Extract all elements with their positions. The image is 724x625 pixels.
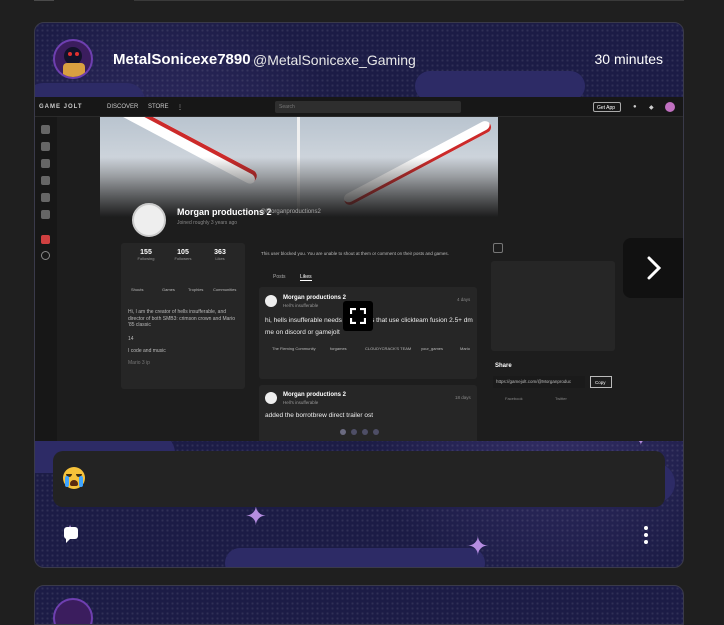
loudly-crying-face-icon	[63, 467, 85, 489]
more-options-icon[interactable]	[644, 526, 648, 544]
carousel-dot[interactable]	[340, 429, 346, 435]
post-lead-text	[53, 451, 665, 507]
gj-post-1-tag-2: forgames	[330, 346, 347, 351]
chevron-right-icon	[647, 256, 662, 280]
gj-tab-posts: Posts	[273, 274, 286, 280]
gj-nav-communities: Communities	[213, 287, 237, 292]
sparkle-icon: ✦	[467, 531, 489, 561]
post-time[interactable]: 30 minutes	[595, 51, 663, 67]
previous-card-edge	[34, 0, 684, 1]
gj-post-1-tag-5: Mario	[460, 346, 471, 351]
next-post-card	[34, 585, 684, 625]
gj-post-1-sub: Hell's insufferable	[283, 303, 319, 308]
expand-icon	[350, 308, 366, 324]
gj-age: 14	[128, 336, 134, 342]
fullscreen-button[interactable]	[343, 301, 373, 331]
gj-post-1-time: 4 days	[457, 297, 471, 302]
user-handle[interactable]: @MetalSonicexe_Gaming	[253, 52, 416, 68]
username[interactable]: MetalSonicexe7890	[113, 51, 251, 68]
gj-profile-joined: Joined roughly 3 years ago	[177, 220, 238, 226]
gj-search: Search	[275, 101, 461, 113]
gj-interests: I code and music	[128, 348, 166, 354]
gj-post-1-tag-3: CLOUDYCRACK'S TEAM	[365, 346, 412, 351]
gj-post-1-tag-4: your_games	[421, 346, 444, 351]
gj-profile-handle: @Morganproductions2	[260, 209, 321, 215]
media-screenshot[interactable]: GAME JOLT DISCOVER STORE ⋮ Search Get Ap…	[35, 97, 683, 441]
gj-post-2-author: Morgan productions 2	[283, 392, 346, 398]
gj-profile-avatar	[132, 203, 166, 237]
gj-post-1-author: Morgan productions 2	[283, 295, 346, 301]
gj-logo: GAME JOLT	[39, 104, 83, 110]
gj-ad-panel	[491, 261, 615, 351]
gj-blocked-notice: This user blocked you. You are unable to…	[261, 251, 449, 256]
carousel-dot[interactable]	[351, 429, 357, 435]
gj-nav-discover: DISCOVER	[107, 104, 139, 110]
carousel-dot[interactable]	[362, 429, 368, 435]
carousel-dot[interactable]	[373, 429, 379, 435]
gj-share-title: Share	[495, 363, 512, 369]
gj-navbar: GAME JOLT DISCOVER STORE ⋮ Search Get Ap…	[35, 97, 683, 117]
gj-share-twitter: Twitter	[555, 396, 567, 401]
comment-bubble-icon[interactable]	[64, 527, 78, 543]
gj-bio: Hi, I am the creator of hells insufferab…	[128, 309, 235, 328]
gj-avatar-icon	[665, 102, 675, 112]
bg-cloud	[225, 548, 485, 567]
carousel-next-button[interactable]	[623, 238, 683, 298]
gj-post-1-tag-1: The Fleming Community	[272, 346, 316, 351]
carousel-indicator	[340, 429, 380, 437]
gj-share-url: https://gamejolt.com/@Morganproduc	[493, 376, 585, 388]
gj-share-facebook: Facebook	[505, 396, 523, 401]
user-avatar[interactable]	[53, 39, 93, 79]
gj-nav-store: STORE	[148, 104, 169, 110]
gj-copy-button: Copy	[590, 376, 612, 388]
gj-stat-likes: 363 Likes	[214, 249, 226, 261]
gj-more: Mario 3 ip	[128, 360, 150, 366]
gj-stat-following: 155 Following	[137, 249, 155, 261]
gj-post-2-text: added the borrotbrew direct trailer ost	[265, 412, 374, 419]
gj-bell-icon: ●	[633, 104, 637, 110]
gj-user-icon: ◆	[649, 105, 654, 111]
gj-get-app: Get App	[593, 102, 621, 112]
gj-sidebar	[35, 117, 57, 441]
post-card: ✦ ✦ ✦ ✦ MetalSonicexe7890 @MetalSonicexe…	[34, 22, 684, 568]
gj-post-2-time: 18 days	[455, 395, 471, 400]
user-avatar[interactable]	[53, 598, 93, 624]
gj-stat-followers: 105 Followers	[174, 249, 192, 261]
gj-nav-shouts: Shouts	[131, 287, 144, 292]
gj-more-icon: ⋮	[177, 105, 183, 111]
gj-tab-likes: Likes	[300, 274, 312, 281]
gj-post-2-sub: Hell's insufferable	[283, 400, 319, 405]
gj-profile-name: Morgan productions 2	[177, 207, 272, 217]
